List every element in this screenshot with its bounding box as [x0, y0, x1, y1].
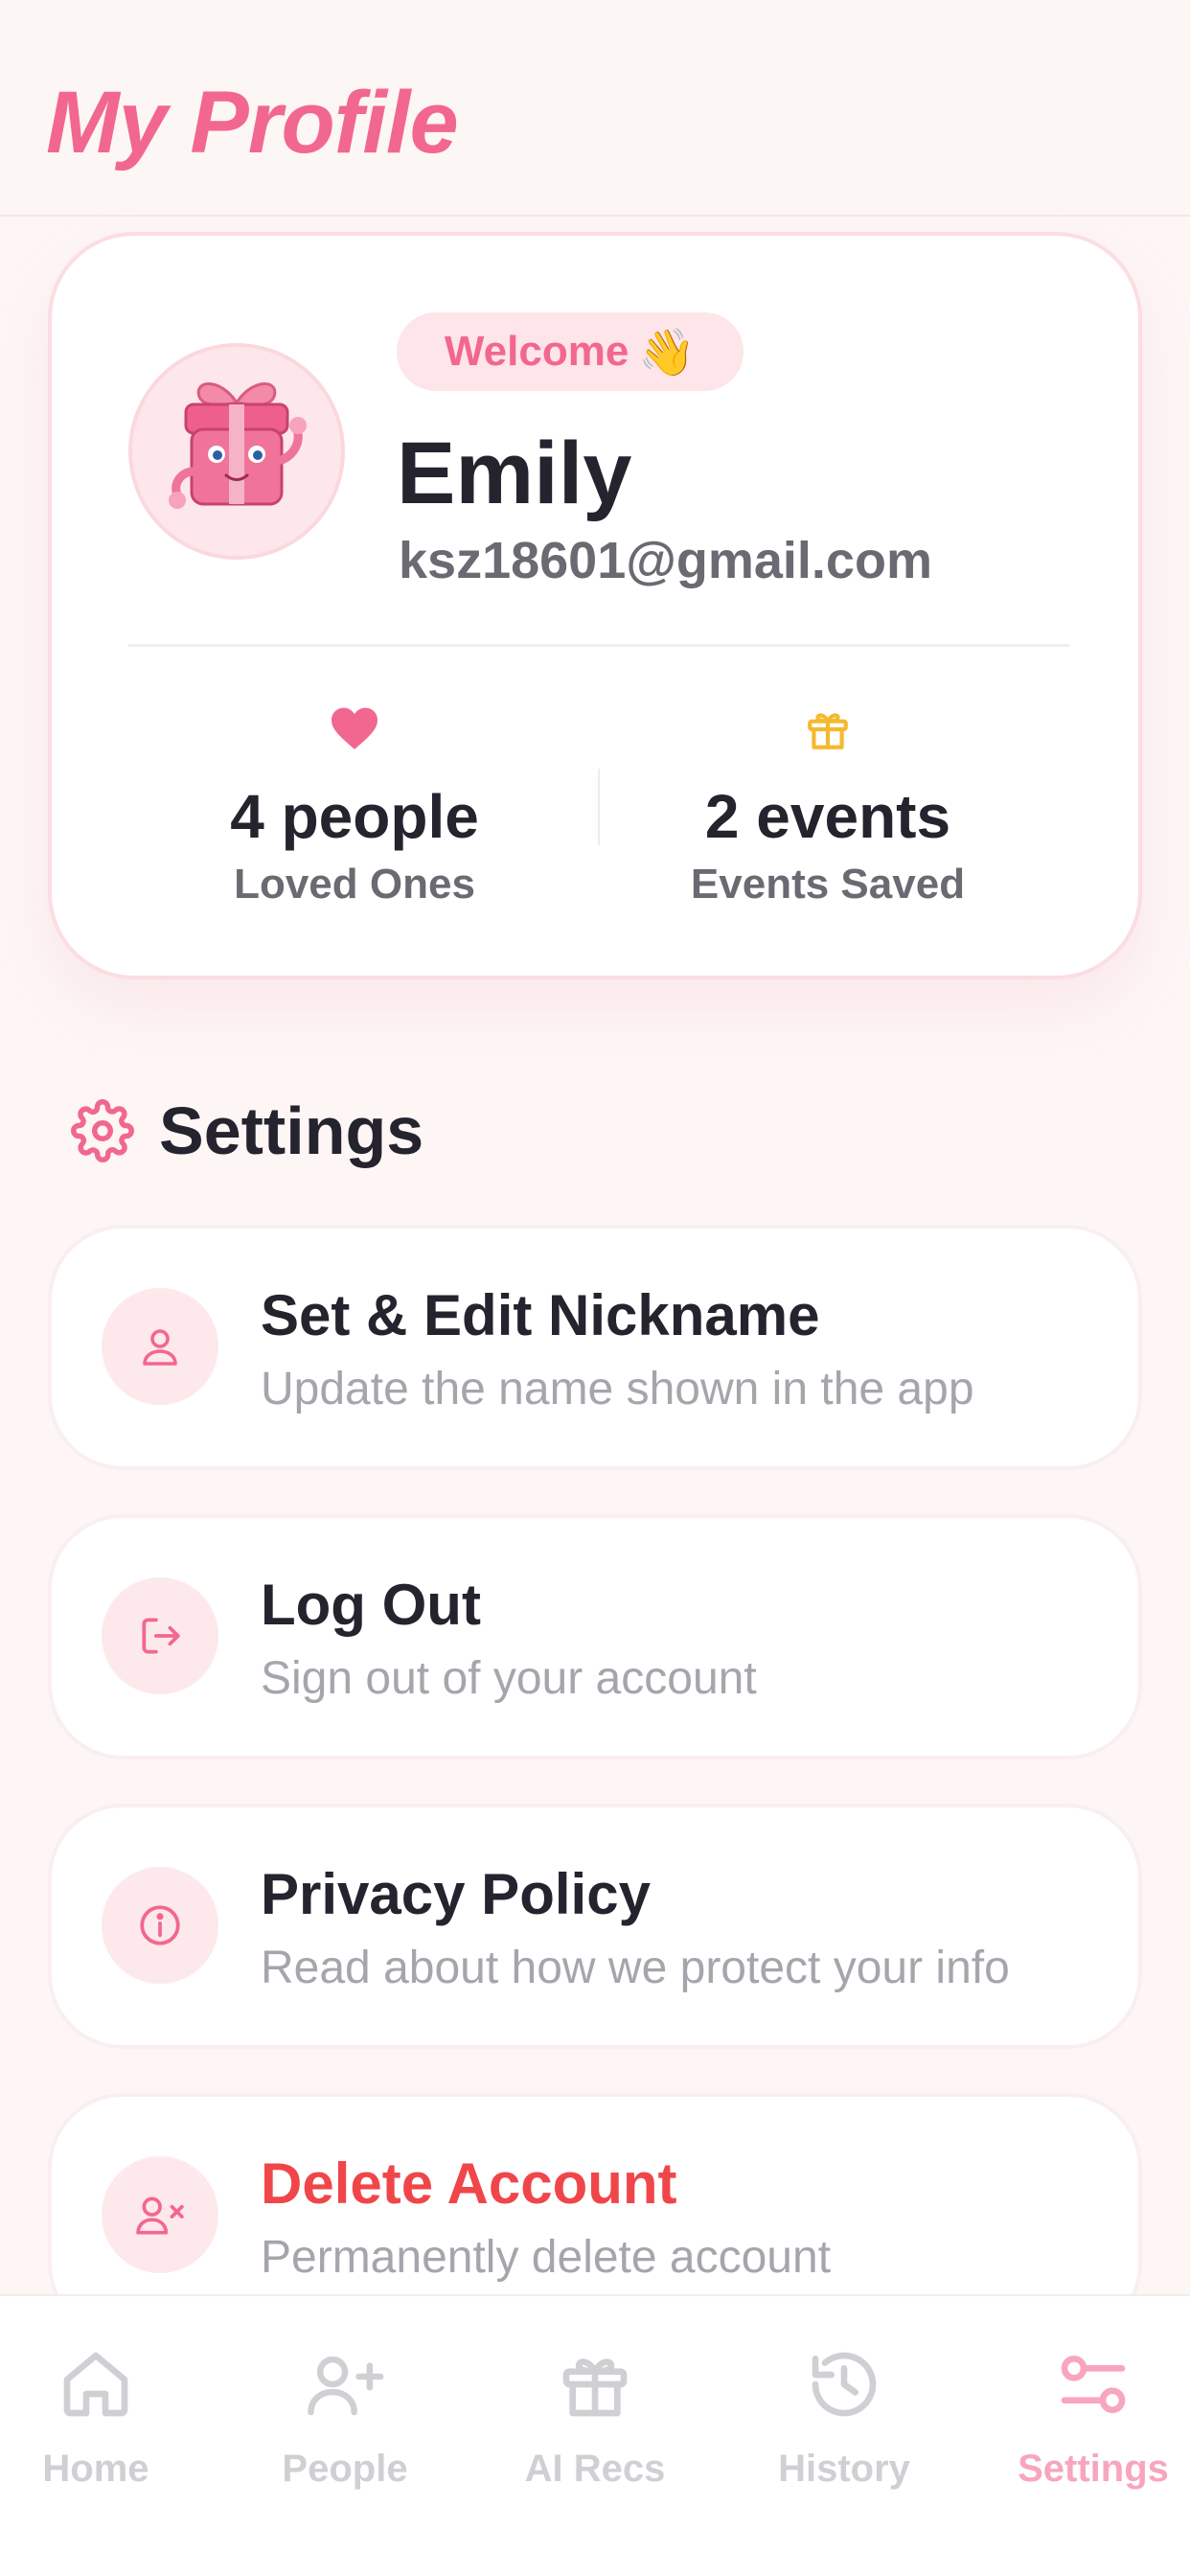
gift-box-mascot-icon — [169, 382, 307, 509]
user-icon — [143, 1329, 177, 1366]
nav-label: AI Recs — [524, 2448, 666, 2490]
nav-label: History — [778, 2448, 910, 2490]
header: My Profile — [0, 0, 1190, 217]
nav-label: Home — [42, 2448, 149, 2490]
bottom-nav: Home People AI Recs History Settings — [0, 2294, 1190, 2576]
stat-value: 4 people — [230, 782, 479, 851]
nav-history[interactable]: History — [724, 2344, 964, 2536]
stat-loved-ones: 4 people Loved Ones — [105, 705, 604, 908]
stat-label: Events Saved — [690, 861, 966, 908]
waving-hand-icon: 👋 — [638, 327, 697, 379]
welcome-badge: Welcome 👋 — [397, 312, 744, 391]
stat-label: Loved Ones — [234, 861, 475, 908]
user-remove-icon — [136, 2196, 184, 2235]
page-title: My Profile — [46, 74, 459, 172]
setting-title: Set & Edit Nickname — [261, 1283, 820, 1347]
stat-value: 2 events — [704, 782, 951, 851]
settings-heading: Settings — [71, 1092, 423, 1169]
settings-title: Settings — [159, 1093, 424, 1168]
info-icon — [140, 1905, 180, 1945]
setting-subtitle: Update the name shown in the app — [261, 1364, 974, 1414]
setting-subtitle: Permanently delete account — [261, 2232, 832, 2283]
heart-icon — [332, 707, 378, 749]
user-name: Emily — [397, 425, 632, 522]
stat-events-saved: 2 events Events Saved — [579, 705, 1077, 908]
gift-icon — [808, 713, 848, 749]
nav-home[interactable]: Home — [0, 2344, 216, 2536]
sliders-icon — [1061, 2356, 1126, 2413]
history-icon — [812, 2352, 877, 2417]
nav-label: Settings — [1018, 2448, 1169, 2490]
welcome-label: Welcome — [444, 328, 629, 375]
nav-settings[interactable]: Settings — [973, 2344, 1190, 2536]
home-icon — [63, 2352, 128, 2417]
setting-title: Delete Account — [261, 2151, 677, 2216]
setting-edit-nickname[interactable]: Set & Edit Nickname Update the name show… — [48, 1225, 1142, 1470]
nav-label: People — [282, 2448, 408, 2490]
avatar — [128, 343, 345, 560]
card-divider — [128, 644, 1069, 647]
gift-icon — [562, 2358, 628, 2417]
setting-subtitle: Read about how we protect your info — [261, 1943, 1010, 1993]
user-email: ksz18601@gmail.com — [399, 532, 932, 589]
logout-icon — [142, 1618, 180, 1654]
gear-icon — [71, 1099, 134, 1162]
nav-people[interactable]: People — [225, 2344, 465, 2536]
user-plus-icon — [308, 2356, 384, 2416]
profile-card: Welcome 👋 Emily ksz18601@gmail.com 4 peo… — [48, 232, 1142, 979]
setting-log-out[interactable]: Log Out Sign out of your account — [48, 1514, 1142, 1760]
nav-ai-recs[interactable]: AI Recs — [475, 2344, 715, 2536]
setting-title: Privacy Policy — [261, 1862, 651, 1926]
setting-subtitle: Sign out of your account — [261, 1653, 757, 1704]
profile-screen: My Profile Welcome 👋 Emily ksz18601@gmai… — [0, 0, 1190, 2576]
setting-title: Log Out — [261, 1573, 481, 1637]
setting-privacy-policy[interactable]: Privacy Policy Read about how we protect… — [48, 1804, 1142, 2049]
